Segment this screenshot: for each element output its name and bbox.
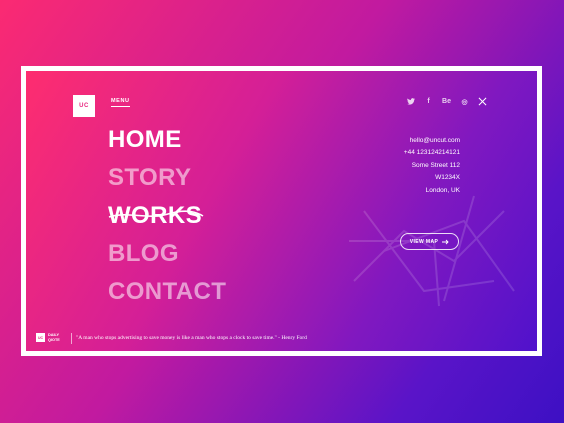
brand-logo[interactable]: UC xyxy=(73,95,95,117)
view-map-button[interactable]: VIEW MAP xyxy=(400,233,459,250)
contact-phone[interactable]: +44 123124214121 xyxy=(404,147,460,159)
quote-label: DAILY QIOTE xyxy=(48,333,60,343)
quote-label-line2: QIOTE xyxy=(48,338,60,342)
dribbble-icon[interactable]: ◎ xyxy=(460,97,469,106)
contact-info: hello@uncut.com +44 123124214121 Some St… xyxy=(404,135,460,197)
nav-item-story[interactable]: STORY xyxy=(108,159,226,197)
main-nav: HOME STORY WORKS BLOG CONTACT xyxy=(108,121,226,311)
contact-street: Some Street 112 xyxy=(411,161,460,169)
quote-divider xyxy=(71,333,72,344)
nav-item-blog[interactable]: BLOG xyxy=(108,235,226,273)
menu-underline xyxy=(111,106,130,107)
quote-badge-logo: UC xyxy=(36,333,45,342)
facebook-icon[interactable]: f xyxy=(424,97,433,106)
arrow-right-icon xyxy=(442,239,449,244)
contact-city: London, UK xyxy=(425,186,460,194)
social-links: f Be ◎ xyxy=(406,97,469,106)
map-illustration xyxy=(349,195,515,307)
menu-overlay: UC MENU HOME STORY WORKS BLOG CONTACT f … xyxy=(21,66,542,356)
nav-item-contact[interactable]: CONTACT xyxy=(108,273,226,311)
behance-icon[interactable]: Be xyxy=(442,97,451,106)
nav-item-home[interactable]: HOME xyxy=(108,121,226,159)
nav-item-works[interactable]: WORKS xyxy=(108,197,226,235)
daily-quote-text: "A man who stops advertising to save mon… xyxy=(76,335,307,341)
twitter-icon[interactable] xyxy=(406,97,415,106)
strike-scribble xyxy=(108,210,204,218)
menu-toggle-label[interactable]: MENU xyxy=(111,98,130,104)
close-icon[interactable] xyxy=(478,97,487,106)
contact-postcode: W1234X xyxy=(435,174,460,182)
view-map-label: VIEW MAP xyxy=(409,238,439,245)
contact-email[interactable]: hello@uncut.com xyxy=(404,135,460,147)
